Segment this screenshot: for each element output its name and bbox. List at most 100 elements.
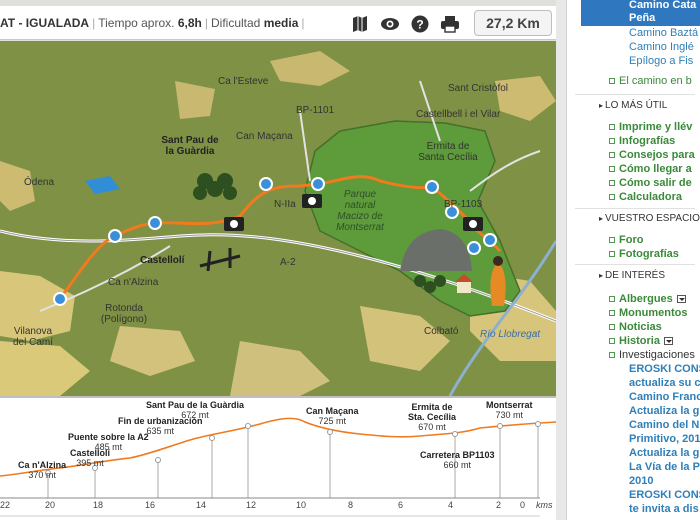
menu-link[interactable]: Fotografías (619, 248, 679, 261)
menu-link[interactable]: Noticias (619, 321, 662, 334)
eye-icon[interactable] (380, 14, 400, 34)
menu-link[interactable]: Infografías (619, 135, 675, 148)
bullet-icon (609, 194, 615, 200)
time-value: 6,8h (177, 16, 202, 30)
help-icon[interactable]: ? (410, 14, 430, 34)
menu-link[interactable]: Epílogo a Fis (629, 55, 693, 68)
park-label: Parque natural Macizo de Montserrat (336, 189, 384, 233)
menu-link[interactable]: Camino Baztá (629, 27, 698, 40)
expand-icon[interactable] (663, 337, 673, 346)
sub-link[interactable]: EROSKI CONS (629, 489, 700, 502)
route-map-panel: AT - IGUALADA | Tiempo aprox. 6,8h | Dificul… (0, 0, 556, 520)
elevation-point: Can Maçana 725 mt (306, 406, 359, 426)
bullet-icon (609, 352, 615, 358)
route-map[interactable]: Ca l'Esteve BP-1101 Sant Cristòfol Caste… (0, 41, 556, 396)
bullet-icon (609, 237, 615, 243)
sub-link[interactable]: EROSKI CONS (629, 363, 700, 376)
town-label: Ca n'Alzina (108, 277, 159, 288)
selected-menu-text: Peña (629, 12, 656, 24)
km-tick: 12 (246, 500, 257, 510)
sub-link[interactable]: Primitivo, 201 (629, 433, 700, 446)
menu-link[interactable]: Imprime y llév (619, 121, 692, 134)
sidebar-menu: Camino Cata Peña Camino Baztá Camino Ing… (566, 0, 700, 520)
menu-link[interactable]: Consejos para (619, 149, 695, 162)
road-label: N-IIa (274, 199, 296, 210)
menu-link[interactable]: Cómo llegar a (619, 163, 692, 176)
km-tick: 10 (296, 500, 307, 510)
route-summary: AT - IGUALADA | Tiempo aprox. 6,8h | Dificul… (0, 16, 305, 30)
sub-link[interactable]: 2010 (629, 475, 653, 488)
km-tick: 2 (496, 500, 502, 510)
elevation-point: Carretera BP1103 660 mt (420, 450, 495, 470)
bullet-icon (609, 180, 615, 186)
menu-link[interactable]: Cómo salir de (619, 177, 692, 190)
bullet-icon (609, 78, 615, 84)
sub-link[interactable]: te invita a dis (629, 503, 699, 516)
bullet-icon (609, 296, 615, 302)
km-tick: 8 (348, 500, 354, 510)
sub-link[interactable]: Camino Franc (629, 391, 700, 404)
bullet-icon (609, 251, 615, 257)
section-heading: ▸ VUESTRO ESPACIO (599, 213, 700, 224)
difficulty-value: media (263, 16, 299, 30)
road-label: BP-1103 (444, 199, 483, 210)
distance-badge: 27,2 Km (474, 10, 552, 36)
bullet-icon (609, 124, 615, 130)
sub-link[interactable]: La Vía de la P (629, 461, 700, 474)
menu-link[interactable]: Calculadora (619, 191, 682, 204)
km-tick: 16 (145, 500, 156, 510)
menu-link-albergues[interactable]: Albergues (619, 293, 686, 306)
town-label: Colbató (424, 326, 459, 337)
town-label: Rotonda (Polígono) (100, 303, 148, 325)
svg-text:?: ? (416, 18, 423, 32)
menu-link[interactable]: Foro (619, 234, 643, 247)
town-label: Sant Pau de la Guàrdia (161, 135, 219, 157)
town-label: Ódena (24, 177, 55, 188)
section-heading: ▸ LO MÁS ÚTIL (599, 100, 668, 111)
town-label: Sant Cristòfol (448, 83, 509, 94)
menu-link[interactable]: Monumentos (619, 307, 687, 320)
town-label: Castellolí (140, 255, 185, 266)
bullet-icon (609, 324, 615, 330)
elevation-point: Sant Pau de la Guàrdia 672 mt (146, 400, 245, 420)
difficulty-label: Dificultad (210, 16, 261, 30)
selected-menu-text: Camino Cata (629, 0, 697, 11)
road-label: BP-1101 (296, 105, 335, 116)
km-tick: 22 (0, 500, 11, 510)
sub-link[interactable]: actualiza su c (629, 377, 700, 390)
km-tick: 20 (45, 500, 56, 510)
town-label: Can Maçana (236, 131, 293, 142)
print-icon[interactable] (440, 14, 460, 34)
km-tick: 6 (398, 500, 404, 510)
expand-icon[interactable] (676, 295, 686, 304)
elevation-point: Ermita de Sta. Cecília 670 mt (407, 402, 457, 432)
section-heading: ▸ DE INTERÉS (599, 270, 666, 281)
bullet-icon (609, 310, 615, 316)
menu-link-investigaciones[interactable]: Investigaciones (619, 349, 695, 362)
km-tick: 14 (196, 500, 207, 510)
bullet-icon (609, 152, 615, 158)
km-tick: 0 (520, 500, 526, 510)
river-label: Río Llobregat (480, 329, 541, 340)
elevation-point: Ca n'Alzina 370 mt (18, 460, 67, 480)
menu-link-historia[interactable]: Historia (619, 335, 673, 348)
sub-link[interactable]: Actualiza la g (629, 447, 699, 460)
town-label: Vilanova del Camí (12, 326, 53, 348)
bullet-icon (609, 166, 615, 172)
town-label: Castellbell i el Vilar (416, 109, 501, 120)
sidebar: Camino Cata Peña Camino Baztá Camino Ing… (556, 0, 700, 520)
elevation-point: Montserrat 730 mt (486, 400, 533, 420)
elevation-profile: Ca n'Alzina 370 mt Castellolí 395 mt Puent… (0, 396, 556, 520)
map-header: AT - IGUALADA | Tiempo aprox. 6,8h | Dificul… (0, 6, 556, 40)
menu-link[interactable]: Camino Inglé (629, 41, 694, 54)
route-name: AT - IGUALADA (0, 16, 90, 30)
sub-link[interactable]: Actualiza la g (629, 405, 699, 418)
sub-link[interactable]: Camino del N (629, 419, 699, 432)
town-label: Ca l'Esteve (218, 76, 269, 87)
map-icon[interactable] (350, 14, 370, 34)
bullet-icon (609, 338, 615, 344)
time-label: Tiempo aprox. (98, 16, 175, 30)
menu-link-el-camino[interactable]: El camino en b (619, 75, 692, 88)
bullet-icon (609, 138, 615, 144)
km-tick: 4 (448, 500, 454, 510)
